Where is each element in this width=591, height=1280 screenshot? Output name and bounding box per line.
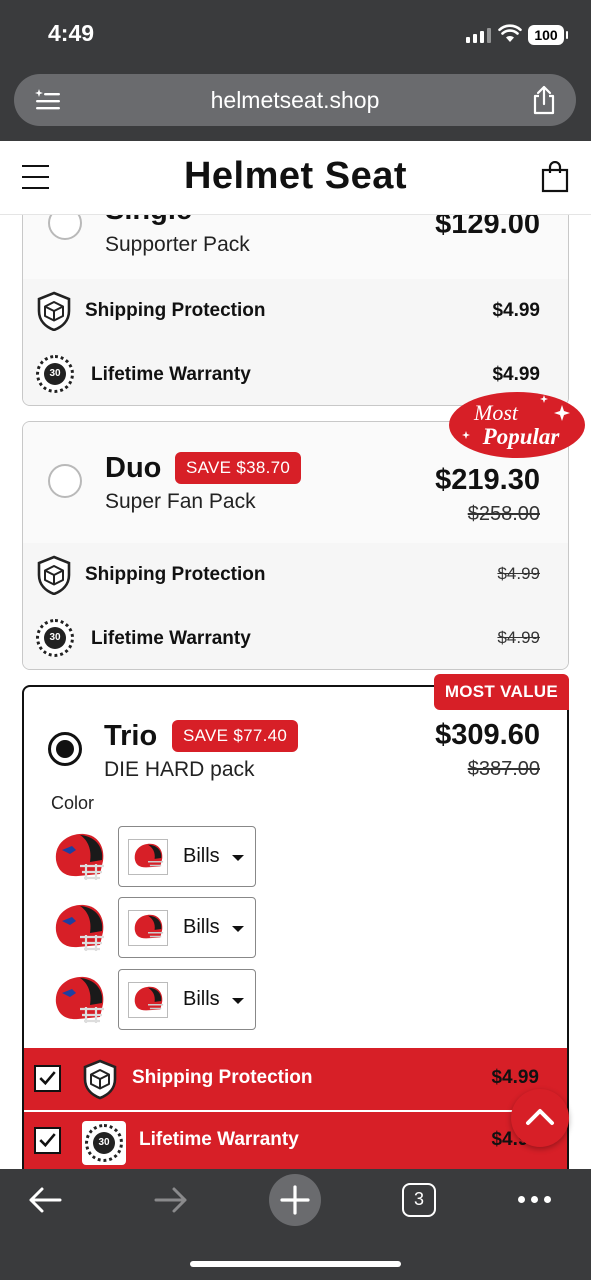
helmet-thumbnail-icon xyxy=(128,839,168,875)
helmet-icon xyxy=(55,833,104,880)
save-badge: SAVE $38.70 xyxy=(175,452,302,484)
color-row: Bills xyxy=(24,897,324,959)
status-time: 4:49 xyxy=(48,20,95,46)
addon-label: Lifetime Warranty xyxy=(91,364,251,385)
color-select[interactable]: Bills xyxy=(118,897,256,958)
option-card-trio[interactable]: Trio SAVE $77.40 DIE HARD pack $309.60 $… xyxy=(22,685,569,1169)
more-icon[interactable] xyxy=(518,1196,551,1203)
checkbox-checked[interactable] xyxy=(34,1127,61,1154)
option-radio-trio[interactable] xyxy=(48,732,82,766)
option-radio-duo[interactable] xyxy=(48,464,82,498)
color-row: Bills xyxy=(24,826,324,888)
badge-line2: Popular xyxy=(482,424,561,449)
warranty-seal-icon: 30 xyxy=(36,619,76,659)
shield-box-icon xyxy=(37,555,71,595)
addon-label: Shipping Protection xyxy=(132,1067,313,1088)
save-badge: SAVE $77.40 xyxy=(172,720,299,752)
option-name: Duo xyxy=(105,452,162,484)
address-bar[interactable]: helmetseat.shop xyxy=(14,74,576,126)
scroll-to-top-button[interactable] xyxy=(511,1089,569,1147)
option-name: Trio xyxy=(104,720,158,752)
status-bar: 4:49 100 xyxy=(0,0,591,70)
tab-count-button[interactable]: 3 xyxy=(402,1183,436,1217)
warranty-seal-icon: 30 xyxy=(82,1121,126,1165)
addon-price: $4.99 xyxy=(491,1067,539,1088)
addon-price: $4.99 xyxy=(497,564,540,583)
shield-box-icon xyxy=(37,291,71,331)
addon-price: $4.99 xyxy=(492,300,540,321)
addon-label: Shipping Protection xyxy=(85,300,266,321)
color-select[interactable]: Bills xyxy=(118,969,256,1030)
option-subtitle: DIE HARD pack xyxy=(104,758,255,781)
chevron-down-icon xyxy=(232,926,244,932)
site-title[interactable]: Helmet Seat xyxy=(0,155,591,198)
option-subtitle: Super Fan Pack xyxy=(105,490,256,513)
home-indicator xyxy=(190,1261,401,1267)
helmet-icon xyxy=(55,976,104,1023)
most-value-tag: MOST VALUE xyxy=(433,674,569,710)
chevron-up-icon xyxy=(526,1109,554,1125)
checkbox-checked[interactable] xyxy=(34,1065,61,1092)
new-tab-button[interactable] xyxy=(269,1174,321,1226)
option-old-price: $258.00 xyxy=(467,503,540,525)
color-select-value: Bills xyxy=(183,845,220,867)
option-old-price: $387.00 xyxy=(467,758,540,780)
option-price: $309.60 xyxy=(435,719,540,751)
badge-line1: Most xyxy=(473,400,519,425)
web-page: Helmet Seat Single Supporter Pack $129.0… xyxy=(0,141,591,1169)
plus-icon xyxy=(280,1185,310,1215)
chevron-down-icon xyxy=(232,855,244,861)
shield-box-icon xyxy=(83,1059,117,1100)
shopping-bag-icon[interactable] xyxy=(541,161,569,193)
browser-toolbar: helmetseat.shop xyxy=(0,70,591,141)
addon-label: Shipping Protection xyxy=(85,564,266,585)
helmet-thumbnail-icon xyxy=(128,910,168,946)
warranty-seal-icon: 30 xyxy=(36,355,76,395)
option-card-single[interactable]: Single Supporter Pack $129.00 Shipping P… xyxy=(22,185,569,406)
addon-price: $4.99 xyxy=(492,364,540,385)
color-select[interactable]: Bills xyxy=(118,826,256,887)
addon-row-shipping: Shipping Protection $4.99 xyxy=(23,279,568,343)
addon-row-shipping[interactable]: Shipping Protection $4.99 xyxy=(24,1048,567,1110)
cellular-signal-icon xyxy=(466,28,491,43)
addon-price: $4.99 xyxy=(497,628,540,647)
url-text: helmetseat.shop xyxy=(210,87,380,113)
addon-row-shipping: Shipping Protection $4.99 xyxy=(23,543,568,607)
browser-bottom-bar: 3 xyxy=(0,1169,591,1280)
battery-indicator: 100 xyxy=(528,25,568,45)
addon-row-warranty: 30 Lifetime Warranty $4.99 xyxy=(23,607,568,669)
color-label: Color xyxy=(51,793,95,813)
share-icon[interactable] xyxy=(532,85,556,115)
color-select-value: Bills xyxy=(183,988,220,1010)
addon-label: Lifetime Warranty xyxy=(91,628,251,649)
most-popular-badge: Most Popular xyxy=(449,392,585,458)
color-select-value: Bills xyxy=(183,916,220,938)
helmet-icon xyxy=(55,904,104,951)
helmet-thumbnail-icon xyxy=(128,982,168,1018)
back-arrow-icon[interactable] xyxy=(27,1186,63,1214)
option-subtitle: Supporter Pack xyxy=(105,233,250,256)
addon-row-warranty[interactable]: 30 Lifetime Warranty $4.99 xyxy=(24,1112,567,1169)
chevron-down-icon xyxy=(232,998,244,1004)
forward-arrow-icon[interactable] xyxy=(153,1186,189,1214)
option-price: $219.30 xyxy=(435,464,540,496)
site-header: Helmet Seat xyxy=(0,141,591,215)
addon-label: Lifetime Warranty xyxy=(139,1129,299,1150)
color-row: Bills xyxy=(24,969,324,1031)
wifi-icon xyxy=(498,24,522,42)
